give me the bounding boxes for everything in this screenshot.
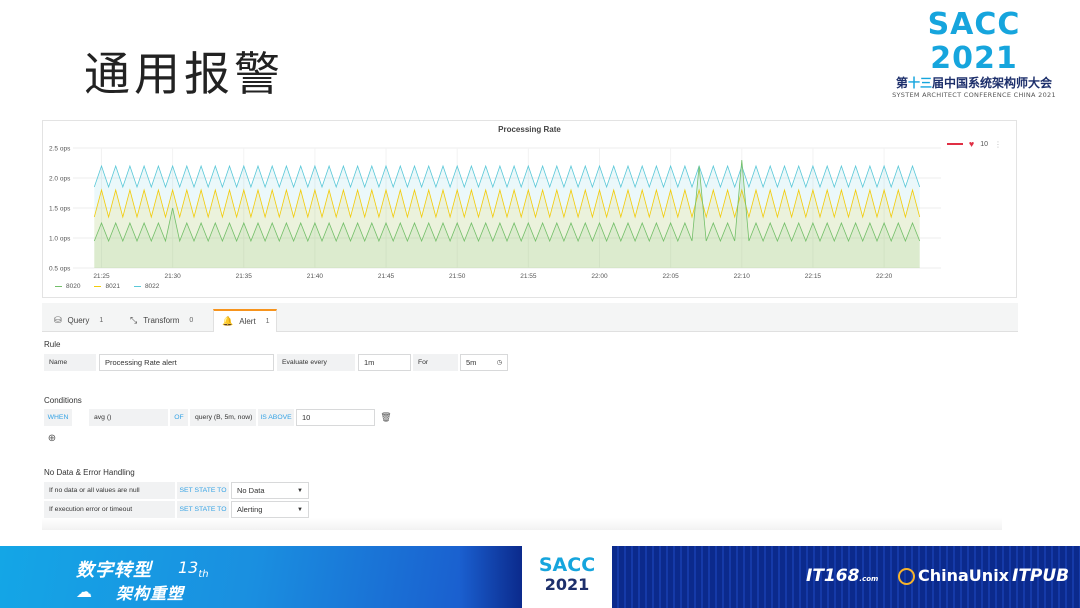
- nodata-label: If no data or all values are null: [44, 482, 175, 499]
- cloud-icon: ☁: [76, 584, 92, 601]
- caret-down-icon: ▼: [297, 506, 303, 513]
- set-state-keyword: SET STATE TO: [177, 501, 229, 518]
- y-tick-label: 0.5 ops: [49, 266, 71, 273]
- x-tick-label: 22:00: [591, 273, 608, 280]
- footer-left-band: [0, 546, 460, 608]
- y-tick-label: 1.5 ops: [49, 206, 71, 213]
- is-above-select[interactable]: IS ABOVE: [258, 409, 294, 426]
- slide-title: 通用报警: [84, 47, 284, 101]
- footer-sacc-logo: SACC 2021: [522, 546, 612, 608]
- legend-swatch: [133, 285, 141, 288]
- for-input[interactable]: 5m ◷: [460, 354, 508, 371]
- evaluate-every-label: Evaluate every: [277, 354, 355, 371]
- bell-icon: 🔔: [222, 316, 234, 326]
- rule-heading: Rule: [44, 340, 61, 349]
- footer-mid-band: [460, 546, 522, 608]
- reducer-select[interactable]: avg (): [89, 409, 168, 426]
- legend-item-8022[interactable]: 8022: [133, 283, 159, 290]
- x-tick-label: 22:10: [734, 273, 751, 280]
- nodata-state-select[interactable]: No Data ▼: [231, 482, 309, 499]
- evaluate-every-input[interactable]: 1m: [358, 354, 411, 371]
- add-condition-icon[interactable]: ⊕: [44, 430, 60, 446]
- x-tick-label: 21:45: [378, 273, 395, 280]
- bottom-fade: [42, 518, 1002, 530]
- nodata-heading: No Data & Error Handling: [44, 468, 135, 477]
- x-tick-label: 21:40: [307, 273, 324, 280]
- threshold-value: 10: [980, 140, 988, 148]
- clock-icon: ◷: [496, 360, 502, 366]
- x-tick-label: 21:35: [236, 273, 253, 280]
- x-tick-label: 21:50: [449, 273, 466, 280]
- set-state-keyword: SET STATE TO: [177, 482, 229, 499]
- footer-edition: 13th: [178, 558, 209, 581]
- footer-subtitle: 架构重塑: [116, 584, 185, 603]
- caret-down-icon: ▼: [297, 487, 303, 494]
- chart-legend: 8020 8021 8022: [55, 283, 159, 290]
- y-tick-label: 2.0 ops: [49, 176, 71, 183]
- tab-transform[interactable]: ⤡ Transform 0: [122, 309, 201, 332]
- y-tick-label: 2.5 ops: [49, 146, 71, 153]
- transform-icon: ⤡: [130, 315, 138, 325]
- tab-query[interactable]: ⛁ Query 1: [46, 309, 111, 332]
- x-tick-label: 21:55: [520, 273, 537, 280]
- of-keyword: OF: [170, 409, 188, 426]
- logo-wordmark: SACC 2021: [927, 7, 1021, 76]
- footer-banner: 数字转型 13th ☁ 架构重塑 SACC 2021 IT168.com Chi…: [0, 546, 1080, 608]
- itpub-logo: ITPUB: [1012, 566, 1070, 586]
- trash-icon[interactable]: 🗑: [378, 409, 394, 426]
- query-params[interactable]: query (B, 5m, now): [190, 409, 256, 426]
- panel-title[interactable]: Processing Rate: [43, 125, 1016, 134]
- error-state-select[interactable]: Alerting ▼: [231, 501, 309, 518]
- logo-en-text: SYSTEM ARCHITECT CONFERENCE CHINA 2021: [892, 91, 1056, 99]
- threshold-input[interactable]: 10: [296, 409, 375, 426]
- threshold-line-swatch: [946, 143, 963, 145]
- chinaunix-logo: ChinaUnix: [898, 566, 1009, 585]
- tab-alert[interactable]: 🔔 Alert 1: [213, 309, 277, 332]
- x-tick-label: 21:30: [164, 273, 181, 280]
- when-keyword: WHEN: [44, 409, 72, 426]
- legend-swatch: [94, 285, 102, 288]
- logo-cn-text: 第十三届中国系统架构师大会: [895, 76, 1053, 90]
- x-tick-label: 22:15: [805, 273, 822, 280]
- legend-item-8021[interactable]: 8021: [94, 283, 120, 290]
- legend-swatch: [55, 285, 62, 288]
- for-label: For: [413, 354, 458, 371]
- sacc-logo: SACC 2021 第十三届中国系统架构师大会 SYSTEM ARCHITECT…: [886, 8, 1062, 100]
- editor-tabs: ⛁ Query 1 ⤡ Transform 0 🔔 Alert 1: [42, 303, 1018, 332]
- conditions-heading: Conditions: [44, 396, 82, 405]
- x-tick-label: 21:25: [93, 273, 110, 280]
- database-icon: ⛁: [54, 315, 62, 325]
- processing-rate-chart: 2.5 ops 2.0 ops 1.5 ops 1.0 ops 0.5 ops 21:25…: [49, 146, 941, 280]
- chinaunix-circle-icon: [898, 568, 915, 585]
- x-tick-label: 22:05: [662, 273, 679, 280]
- x-tick-label: 22:20: [876, 273, 893, 280]
- graph-panel: 2.5 ops 2.0 ops 1.5 ops 1.0 ops 0.5 ops 21:25…: [42, 120, 1017, 298]
- rule-name-input[interactable]: Processing Rate alert: [99, 354, 274, 371]
- name-label: Name: [44, 354, 96, 371]
- footer-title: 数字转型: [76, 560, 152, 581]
- legend-item-8020[interactable]: 8020: [55, 283, 80, 290]
- y-tick-label: 1.0 ops: [49, 236, 71, 243]
- threshold-legend: ♥ 10 ⋮: [946, 139, 1002, 149]
- error-label: If execution error or timeout: [44, 501, 175, 518]
- heart-icon: ♥: [968, 139, 975, 149]
- drag-handle-icon[interactable]: ⋮: [994, 140, 1002, 149]
- it168-logo: IT168.com: [806, 566, 879, 586]
